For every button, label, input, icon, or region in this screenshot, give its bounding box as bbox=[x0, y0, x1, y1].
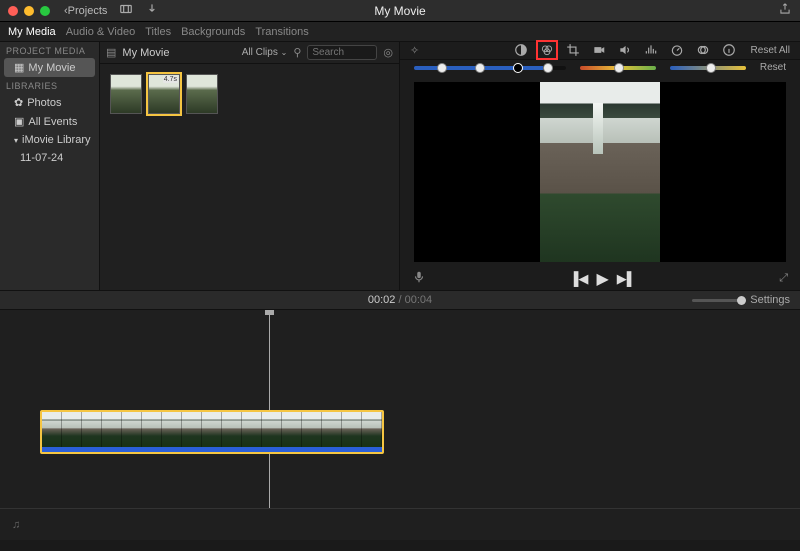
timeline-clip[interactable] bbox=[40, 410, 384, 454]
temperature-slider[interactable] bbox=[670, 66, 746, 70]
zoom-window-button[interactable] bbox=[40, 6, 50, 16]
chevron-down-icon: ⌄ bbox=[281, 48, 288, 57]
minimize-window-button[interactable] bbox=[24, 6, 34, 16]
video-frame bbox=[540, 82, 660, 262]
enhance-icon[interactable]: ✧ bbox=[410, 44, 419, 57]
sidebar-item-project[interactable]: ▦ My Movie bbox=[4, 58, 95, 77]
window-toolbar: ‹ Projects My Movie bbox=[0, 0, 800, 22]
close-window-button[interactable] bbox=[8, 6, 18, 16]
timeline[interactable]: ♫ bbox=[0, 310, 800, 540]
all-clips-dropdown[interactable]: All Clips ⌄ bbox=[242, 47, 288, 58]
preview-toolbar: ✧ Reset All bbox=[400, 42, 800, 60]
timecode-current: 00:02 bbox=[368, 294, 396, 306]
sidebar-item-label: iMovie Library bbox=[22, 134, 90, 146]
stabilization-icon[interactable] bbox=[591, 43, 607, 57]
sidebar-item-library[interactable]: ▾ iMovie Library bbox=[0, 131, 99, 149]
sidebar-item-photos[interactable]: ✿ Photos bbox=[0, 93, 99, 112]
search-input[interactable] bbox=[307, 45, 377, 60]
library-sidebar: PROJECT MEDIA ▦ My Movie LIBRARIES ✿ Pho… bbox=[0, 42, 100, 290]
sidebar-section-libraries: LIBRARIES bbox=[0, 77, 99, 93]
playhead[interactable] bbox=[269, 310, 270, 508]
color-sliders-row: Reset bbox=[400, 60, 800, 76]
speed-icon[interactable] bbox=[669, 43, 685, 57]
saturation-slider[interactable] bbox=[580, 66, 656, 70]
import-media-icon[interactable] bbox=[119, 2, 133, 19]
noise-reduction-icon[interactable] bbox=[643, 43, 659, 57]
back-to-projects-button[interactable]: ‹ Projects bbox=[64, 5, 107, 17]
sidebar-item-label: 11-07-24 bbox=[20, 152, 63, 164]
timecode-bar: 00:02 / 00:04 Settings bbox=[0, 290, 800, 310]
media-clip-2[interactable]: 4.7s bbox=[148, 74, 180, 114]
zoom-slider[interactable] bbox=[692, 299, 744, 302]
viewer-footer: ▐◀ ▶ ▶▌ ⤢ bbox=[400, 268, 800, 290]
media-thumbnails: 4.7s bbox=[100, 64, 399, 124]
sidebar-item-label: Photos bbox=[27, 97, 61, 109]
volume-icon[interactable] bbox=[617, 43, 633, 57]
search-icon: ⚲ bbox=[293, 46, 301, 59]
shadows-highlights-slider[interactable] bbox=[414, 66, 566, 70]
download-icon[interactable] bbox=[145, 2, 159, 19]
media-clip-3[interactable] bbox=[186, 74, 218, 114]
film-icon: ▦ bbox=[14, 61, 24, 74]
media-title: My Movie bbox=[122, 47, 169, 59]
fullscreen-icon[interactable]: ⤢ bbox=[779, 272, 788, 285]
list-view-icon[interactable]: ▤ bbox=[106, 46, 116, 59]
tab-titles[interactable]: Titles bbox=[145, 26, 171, 38]
next-frame-button[interactable]: ▶▌ bbox=[617, 271, 636, 287]
traffic-lights bbox=[8, 6, 50, 16]
tab-my-media[interactable]: My Media bbox=[8, 26, 56, 38]
sidebar-item-all-events[interactable]: ▣ All Events bbox=[0, 112, 99, 131]
photos-icon: ✿ bbox=[14, 96, 23, 109]
tab-audio-video[interactable]: Audio & Video bbox=[66, 26, 136, 38]
clip-duration-badge: 4.7s bbox=[163, 76, 178, 83]
tab-transitions[interactable]: Transitions bbox=[255, 26, 308, 38]
crop-icon[interactable] bbox=[565, 43, 581, 57]
share-icon[interactable] bbox=[778, 2, 792, 19]
preview-pane: ✧ Reset All Reset ▐◀ ▶ ▶▌ bbox=[400, 42, 800, 290]
prev-frame-button[interactable]: ▐◀ bbox=[569, 271, 588, 287]
audio-track-row[interactable]: ♫ bbox=[0, 508, 800, 540]
color-correction-icon[interactable] bbox=[539, 43, 555, 57]
reset-button[interactable]: Reset bbox=[760, 62, 786, 73]
music-icon: ♫ bbox=[12, 519, 20, 531]
reset-all-button[interactable]: Reset All bbox=[751, 45, 790, 56]
timecode-total: 00:04 bbox=[405, 294, 433, 306]
play-button[interactable]: ▶ bbox=[596, 269, 608, 289]
media-header: ▤ My Movie All Clips ⌄ ⚲ ◎ bbox=[100, 42, 399, 64]
sidebar-item-label: My Movie bbox=[28, 62, 75, 74]
filter-icon[interactable]: ◎ bbox=[383, 46, 393, 59]
media-clip-1[interactable] bbox=[110, 74, 142, 114]
back-label: Projects bbox=[68, 5, 108, 17]
voiceover-icon[interactable] bbox=[412, 270, 426, 287]
timecode-display: 00:02 / 00:04 bbox=[0, 294, 800, 306]
media-browser: ▤ My Movie All Clips ⌄ ⚲ ◎ 4.7s bbox=[100, 42, 400, 290]
sidebar-section-project-media: PROJECT MEDIA bbox=[0, 42, 99, 58]
color-balance-icon[interactable] bbox=[513, 43, 529, 57]
info-icon[interactable] bbox=[721, 43, 737, 57]
browser-tabs: My Media Audio & Video Titles Background… bbox=[0, 22, 800, 42]
chevron-down-icon: ▾ bbox=[14, 136, 18, 145]
clip-filter-icon[interactable] bbox=[695, 43, 711, 57]
timeline-settings-button[interactable]: Settings bbox=[750, 294, 790, 306]
tab-backgrounds[interactable]: Backgrounds bbox=[181, 26, 245, 38]
events-icon: ▣ bbox=[14, 115, 24, 128]
sidebar-item-library-event[interactable]: 11-07-24 bbox=[0, 149, 99, 167]
video-viewer[interactable] bbox=[414, 82, 786, 262]
sidebar-item-label: All Events bbox=[28, 116, 77, 128]
